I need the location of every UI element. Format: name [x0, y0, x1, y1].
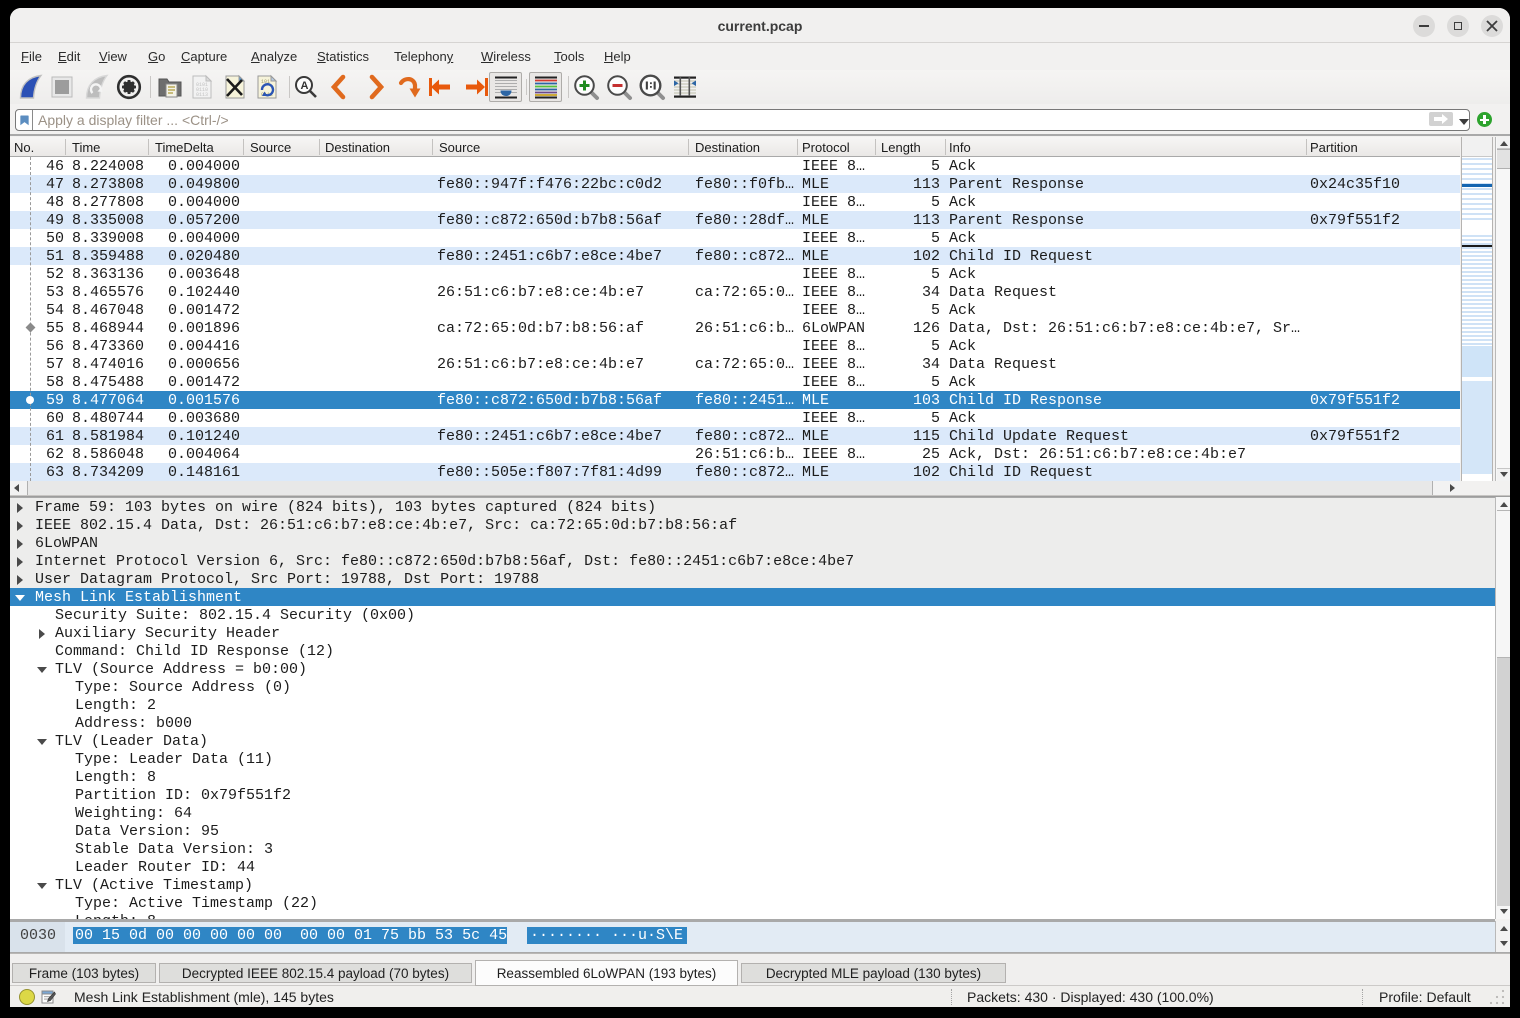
svg-text:0113: 0113: [196, 92, 208, 98]
svg-text:A: A: [301, 80, 309, 92]
